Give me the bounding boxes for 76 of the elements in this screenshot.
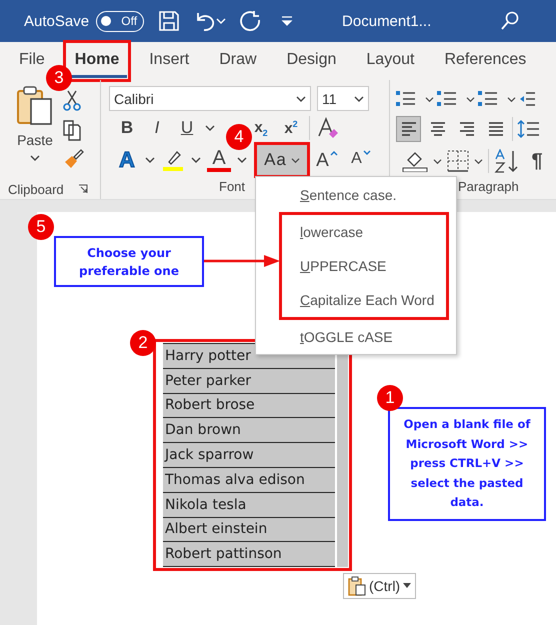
- menu-item[interactable]: lowercase: [279, 212, 449, 249]
- table-cell: Peter parker: [160, 368, 336, 394]
- italic-button[interactable]: I: [145, 115, 169, 141]
- caret-icon[interactable]: [507, 96, 516, 102]
- caret-icon[interactable]: [425, 96, 434, 102]
- font-name-field[interactable]: Calibri: [109, 86, 311, 111]
- table-cell: Jack sparrow: [160, 442, 336, 468]
- clipboard-icon: [348, 576, 366, 596]
- font-size-field[interactable]: 11: [317, 86, 369, 111]
- superscript-button[interactable]: x$^{2}$: [279, 115, 303, 141]
- autosave-label: AutoSave: [24, 12, 90, 30]
- ribbon-tab[interactable]: Design: [278, 44, 344, 78]
- show-marks-button[interactable]: ¶: [525, 148, 549, 174]
- group-label: Paragraph: [458, 179, 519, 194]
- scissors-icon[interactable]: [62, 90, 82, 112]
- bold-button[interactable]: B: [115, 115, 139, 141]
- ribbon-tab[interactable]: References: [436, 44, 534, 78]
- clipboard-icon: [16, 86, 54, 126]
- step-badge: 5: [28, 214, 54, 240]
- search-icon[interactable]: [500, 11, 520, 31]
- ribbon-tab[interactable]: Layout: [358, 44, 422, 78]
- align-icon: [430, 122, 446, 136]
- table-cell: Thomas alva edison: [160, 467, 336, 492]
- align-button[interactable]: [396, 116, 421, 142]
- redo-icon[interactable]: [240, 10, 262, 32]
- caret-icon: [290, 156, 300, 164]
- grow-font-button[interactable]: A: [313, 147, 341, 173]
- customize-icon[interactable]: [280, 15, 294, 27]
- table-cell: Robert brose: [160, 393, 336, 418]
- subscript-button[interactable]: x$_{2}$: [249, 115, 273, 141]
- down-caret-icon: [362, 150, 371, 156]
- shrink-font-button[interactable]: A: [347, 147, 375, 173]
- undo-icon[interactable]: [194, 10, 216, 32]
- caret-icon[interactable]: [237, 156, 247, 164]
- group-label: Clipboard: [8, 182, 64, 197]
- table-cell: Nikola tesla: [160, 492, 336, 518]
- borders-icon[interactable]: [447, 150, 469, 172]
- clear-formatting-icon[interactable]: [316, 116, 340, 140]
- sort-icon[interactable]: [494, 149, 520, 173]
- table-cell: Robert pattinson: [160, 542, 336, 567]
- autosave-toggle[interactable]: Off: [96, 10, 144, 32]
- save-icon[interactable]: [158, 10, 180, 32]
- indent-icon[interactable]: [519, 90, 535, 108]
- caret-icon[interactable]: [474, 158, 483, 164]
- menu-item[interactable]: UPPERCASE: [279, 249, 449, 283]
- up-caret-icon: [330, 150, 338, 156]
- menu-item[interactable]: Capitalize Each Word: [279, 283, 449, 320]
- caret-icon[interactable]: [205, 124, 215, 132]
- text-effects-button[interactable]: A: [115, 147, 139, 173]
- caret-icon[interactable]: [466, 96, 475, 102]
- menu-item[interactable]: Sentence case.: [256, 178, 456, 212]
- caret-icon[interactable]: [145, 156, 155, 164]
- caret-icon[interactable]: [433, 158, 442, 164]
- align-icon: [488, 122, 504, 136]
- table-cell: Albert einstein: [160, 517, 336, 542]
- group-label: Font: [219, 179, 246, 194]
- dialog-launcher-icon[interactable]: [78, 184, 88, 194]
- caret-icon: [354, 94, 364, 102]
- document-title: Document1...: [342, 12, 432, 30]
- paste-options-button[interactable]: (Ctrl): [343, 573, 416, 599]
- change-case-button[interactable]: Aa: [257, 145, 307, 175]
- ribbon-tab[interactable]: Draw: [211, 44, 265, 78]
- caret-icon: [30, 154, 40, 162]
- callout-note: Choose your preferable one: [54, 236, 204, 287]
- align-icon: [458, 122, 474, 136]
- copy-icon[interactable]: [62, 119, 82, 141]
- underline-button[interactable]: U: [175, 115, 199, 141]
- callout-note: Open a blank file of Microsoft Word >> press CTRL+V >> select the pasted data.: [388, 407, 546, 521]
- ribbon-tab[interactable]: Insert: [141, 44, 198, 78]
- dropdown-arrow-icon: [403, 583, 412, 589]
- table-cell: Dan brown: [160, 418, 336, 443]
- align-icon: [400, 122, 416, 136]
- caret-icon[interactable]: [191, 156, 201, 164]
- shading-icon[interactable]: [402, 150, 428, 172]
- caret-icon: [296, 94, 306, 102]
- line-spacing-icon[interactable]: [517, 119, 541, 139]
